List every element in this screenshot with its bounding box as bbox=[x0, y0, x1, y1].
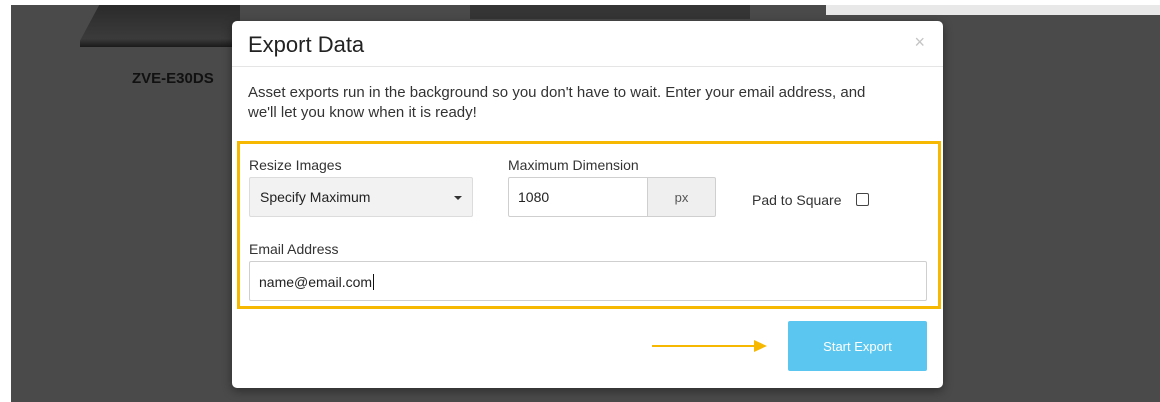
product-image-secondary bbox=[470, 5, 750, 19]
modal-title: Export Data bbox=[248, 32, 365, 57]
arrow-right-icon bbox=[754, 340, 767, 352]
export-data-modal: Export Data × Asset exports run in the b… bbox=[232, 21, 943, 388]
email-field[interactable]: name@email.com bbox=[249, 261, 927, 301]
modal-header: Export Data × bbox=[232, 21, 943, 67]
text-cursor bbox=[373, 274, 375, 290]
caret-down-icon bbox=[454, 196, 462, 200]
resize-images-select[interactable]: Specify Maximum bbox=[249, 177, 473, 217]
dimension-unit-addon: px bbox=[647, 177, 716, 217]
pad-to-square-label: Pad to Square bbox=[752, 192, 842, 208]
arrow-annotation-line bbox=[652, 345, 756, 347]
maximum-dimension-value: 1080 bbox=[518, 189, 550, 205]
product-label: ZVE-E30DS bbox=[132, 70, 214, 87]
email-address-label: Email Address bbox=[249, 241, 339, 257]
start-export-button[interactable]: Start Export bbox=[788, 321, 927, 371]
page-backdrop-light-area bbox=[826, 5, 1160, 15]
close-icon[interactable]: × bbox=[914, 33, 925, 51]
maximum-dimension-label: Maximum Dimension bbox=[508, 157, 639, 173]
product-image bbox=[80, 5, 240, 47]
maximum-dimension-input[interactable]: 1080 bbox=[508, 177, 648, 217]
resize-images-label: Resize Images bbox=[249, 157, 342, 173]
email-field-value: name@email.com bbox=[259, 274, 375, 290]
resize-images-selected: Specify Maximum bbox=[260, 189, 371, 205]
email-field-text: name@email.com bbox=[259, 274, 373, 290]
pad-to-square-checkbox[interactable] bbox=[856, 193, 869, 206]
intro-text: Asset exports run in the background so y… bbox=[248, 84, 866, 121]
